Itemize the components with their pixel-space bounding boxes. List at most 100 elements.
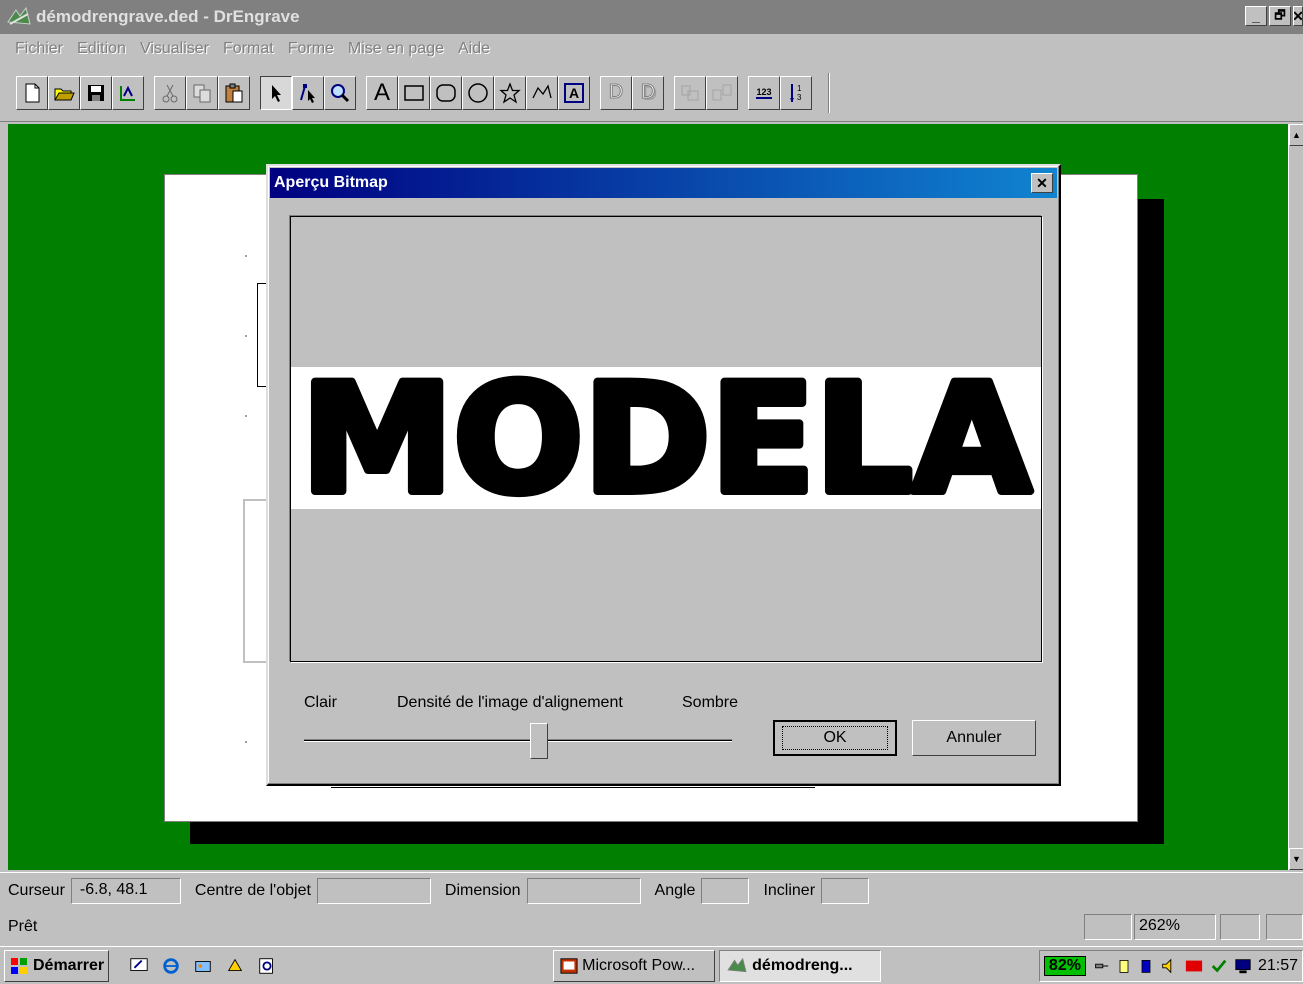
fraction-button[interactable]: 13 [780, 75, 812, 110]
task-powerpoint-label: Microsoft Pow... [582, 956, 696, 974]
star-tool-button[interactable] [494, 75, 526, 110]
arrow-down-icon: ▼ [1292, 854, 1301, 864]
tray-check-icon[interactable] [1210, 957, 1228, 975]
object-center-label: Centre de l'objet [194, 881, 311, 899]
cut-icon [162, 84, 178, 102]
quicklaunch-find[interactable] [255, 954, 279, 978]
power-plug-icon[interactable] [1092, 957, 1110, 975]
polyline-tool-button[interactable] [526, 75, 558, 110]
arrow-up-icon: ▲ [1292, 130, 1301, 140]
close-window-button[interactable]: ✕ [1293, 6, 1303, 26]
quicklaunch-outlook[interactable] [223, 954, 247, 978]
ungroup-icon [712, 84, 732, 100]
polyline-icon [532, 83, 552, 98]
task-powerpoint[interactable]: Microsoft Pow... [553, 949, 716, 982]
angle-label: Angle [654, 881, 696, 899]
cursor-value: -6.8, 48.1 [70, 877, 181, 904]
numbering-glyph: 123 [756, 86, 772, 97]
ok-button-face: OK [782, 726, 888, 750]
volume-icon[interactable] [1160, 957, 1178, 975]
numbering-icon: 123 [756, 86, 772, 99]
framed-text-icon: A [564, 82, 584, 103]
dialog-title-bar[interactable]: Aperçu Bitmap ✕ [270, 168, 1057, 198]
cut-button[interactable] [154, 75, 186, 110]
status-pane [1084, 914, 1132, 940]
zoom-icon [331, 83, 350, 102]
ok-button[interactable]: OK [773, 720, 897, 756]
quicklaunch-channels[interactable] [191, 954, 215, 978]
network-icon[interactable] [1138, 957, 1154, 975]
battery-indicator[interactable]: 82% [1043, 956, 1086, 976]
dialog-close-button[interactable]: ✕ [1031, 173, 1053, 193]
menu-mise-en-page[interactable]: Mise en page [343, 40, 449, 58]
quicklaunch-ie[interactable] [159, 954, 183, 978]
rounded-rect-icon [436, 83, 456, 102]
window-title: démodrengrave.ded - DrEngrave [36, 7, 300, 26]
copy-button[interactable] [186, 75, 218, 110]
copy-icon [193, 84, 211, 102]
find-icon [259, 957, 274, 974]
scroll-down-button[interactable]: ▼ [1289, 848, 1303, 870]
paste-button[interactable] [218, 75, 250, 110]
vertical-scrollbar[interactable]: ▲ ▼ [1288, 124, 1303, 870]
drengrave-app-icon [7, 6, 31, 25]
fraction-icon: 13 [790, 83, 802, 102]
restore-icon: 🗗 [1274, 7, 1286, 22]
windows-logo-icon [11, 957, 27, 974]
grid-dot [245, 415, 247, 417]
cursor-label: Curseur [8, 881, 65, 899]
minimize-button[interactable]: _ [1245, 6, 1267, 26]
ati-icon[interactable] [1184, 957, 1204, 975]
grid-dot [245, 335, 247, 337]
frame-bottom-line [331, 787, 815, 789]
start-button[interactable]: Démarrer [4, 949, 110, 982]
new-button[interactable] [16, 75, 48, 110]
menu-fichier[interactable]: Fichier [10, 40, 68, 58]
menu-aide[interactable]: Aide [453, 40, 495, 58]
dimension-label: Dimension [444, 881, 521, 899]
scroll-up-button[interactable]: ▲ [1289, 124, 1303, 146]
zoom-level: 262% [1134, 914, 1216, 940]
ellipse-tool-button[interactable] [462, 75, 494, 110]
internet-explorer-icon [163, 957, 179, 974]
group-button[interactable] [674, 75, 706, 110]
rounded-rect-tool-button[interactable] [430, 75, 462, 110]
svg-text:1: 1 [797, 84, 802, 93]
paste-icon [225, 83, 243, 102]
minimize-icon: _ [1252, 8, 1260, 24]
outline-text-button[interactable]: D [600, 75, 632, 110]
menu-edition[interactable]: Edition [72, 40, 131, 58]
zoom-button[interactable] [324, 75, 356, 110]
slider-right-label: Sombre [682, 694, 739, 711]
window-title-bar[interactable]: démodrengrave.ded - DrEngrave _ 🗗 ✕ [0, 0, 1303, 34]
slider-center-label: Densité de l'image d'alignement [397, 694, 623, 711]
close-icon: ✕ [1036, 174, 1048, 191]
menu-visualiser[interactable]: Visualiser [135, 40, 214, 58]
battery-icon[interactable] [1116, 957, 1132, 975]
framed-text-tool-button[interactable]: A [558, 75, 590, 110]
ungroup-button[interactable] [706, 75, 738, 110]
task-drengrave-label: démodreng... [752, 956, 853, 974]
density-slider-track[interactable] [304, 739, 732, 742]
angle-value [701, 877, 750, 904]
numbering-button[interactable]: 123 [748, 75, 780, 110]
quicklaunch-desktop[interactable] [127, 954, 151, 978]
toolbar-separator [828, 72, 830, 113]
restore-button[interactable]: 🗗 [1269, 6, 1291, 26]
engrave-button[interactable] [112, 75, 144, 110]
clock[interactable]: 21:57 [1258, 957, 1298, 975]
cancel-button[interactable]: Annuler [912, 720, 1036, 756]
open-button[interactable] [48, 75, 80, 110]
text-tool-button[interactable]: A [366, 75, 398, 110]
select-tool-button[interactable] [260, 75, 292, 110]
menu-forme[interactable]: Forme [283, 40, 339, 58]
task-drengrave[interactable]: démodreng... [719, 949, 882, 982]
node-edit-button[interactable] [292, 75, 324, 110]
cancel-label: Annuler [946, 729, 1002, 746]
density-slider-thumb[interactable] [530, 723, 549, 759]
monitor-icon[interactable] [1234, 957, 1252, 975]
shadow-text-button[interactable]: D [632, 75, 664, 110]
menu-format[interactable]: Format [218, 40, 279, 58]
rectangle-tool-button[interactable] [398, 75, 430, 110]
save-button[interactable] [80, 75, 112, 110]
